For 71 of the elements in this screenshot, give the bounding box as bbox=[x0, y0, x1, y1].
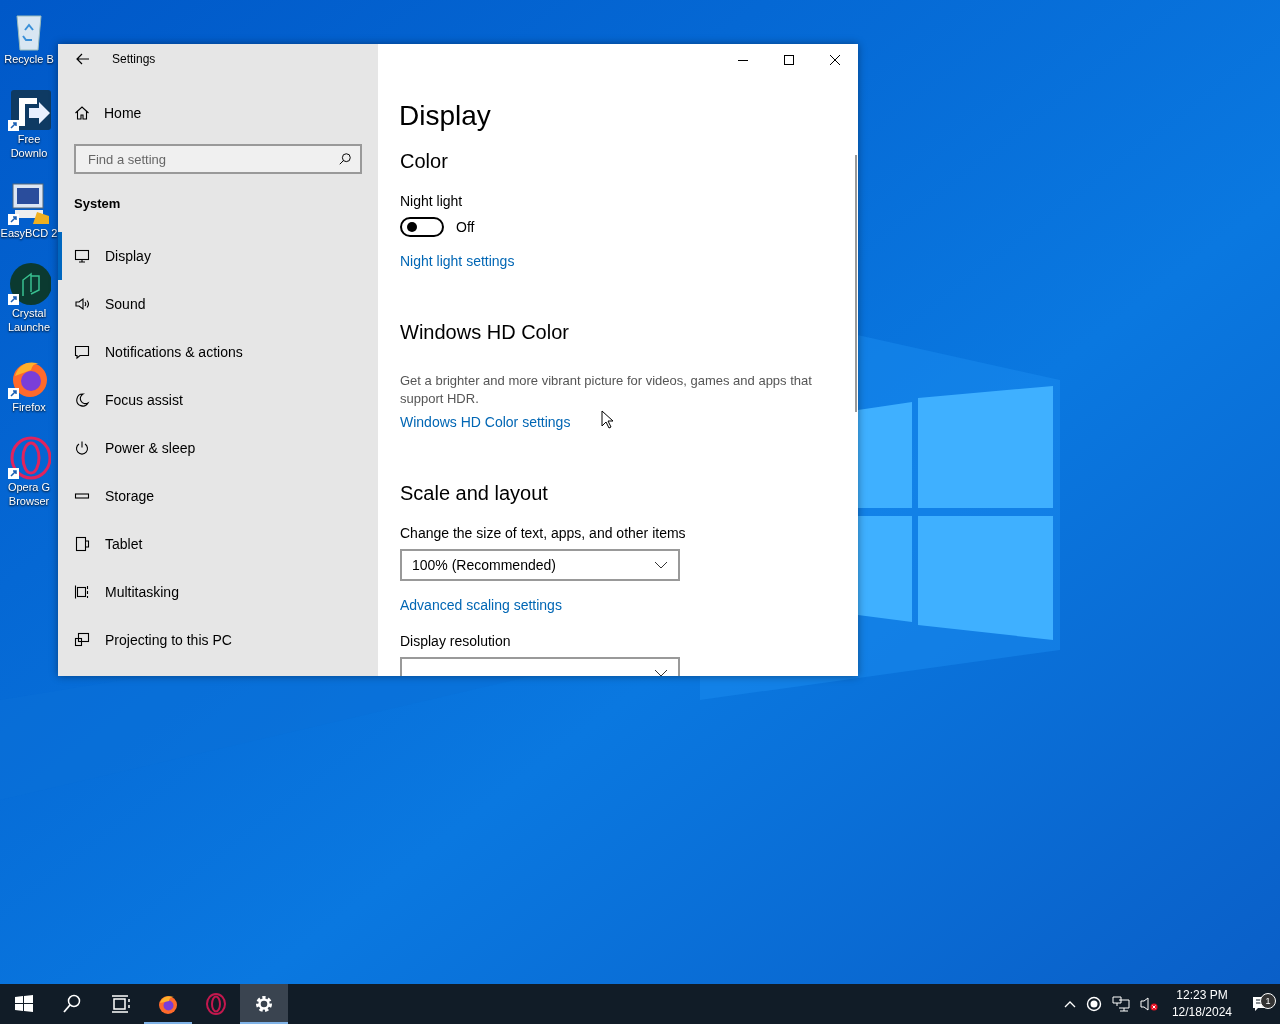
multitasking-icon bbox=[74, 584, 90, 600]
toggle-state: Off bbox=[456, 219, 475, 235]
download-app-icon bbox=[7, 88, 51, 132]
network-button[interactable] bbox=[1109, 996, 1132, 1012]
close-icon bbox=[830, 55, 840, 65]
nav-item[interactable]: Tablet bbox=[58, 520, 378, 568]
nav-item[interactable]: Focus assist bbox=[58, 376, 378, 424]
nav-item[interactable]: Notifications & actions bbox=[58, 328, 378, 376]
cursor-icon bbox=[601, 410, 613, 429]
taskbar-button[interactable] bbox=[240, 984, 288, 1024]
projector-icon bbox=[74, 632, 90, 648]
toggle-switch[interactable] bbox=[400, 217, 444, 237]
home-icon bbox=[74, 105, 90, 122]
settings-link[interactable]: Night light settings bbox=[400, 253, 515, 269]
description-text: Get a brighter and more vibrant picture for videos, games and apps that support HDR. bbox=[400, 372, 813, 408]
page-title: Display bbox=[399, 100, 492, 132]
chevron-up-icon bbox=[1063, 1000, 1076, 1008]
setting-label: Night light bbox=[400, 193, 464, 209]
back-arrow-icon bbox=[76, 52, 90, 65]
chevron-icon bbox=[654, 669, 668, 676]
section-heading: Windows HD Color bbox=[400, 321, 570, 344]
action-center-button[interactable]: 1 bbox=[1250, 995, 1272, 1013]
window-title: Settings bbox=[112, 51, 156, 66]
gear-icon bbox=[253, 993, 275, 1015]
volume-button[interactable] bbox=[1137, 996, 1160, 1012]
monitor-icon bbox=[74, 248, 90, 264]
nav-item[interactable]: Projecting to this PC bbox=[58, 616, 378, 664]
search-box[interactable]: Find a setting bbox=[74, 144, 362, 174]
windows-icon bbox=[13, 993, 35, 1015]
settings-link[interactable]: Windows HD Color settings bbox=[400, 414, 571, 430]
nav-item[interactable]: Storage bbox=[58, 472, 378, 520]
computer-icon bbox=[7, 182, 51, 226]
search-icon bbox=[338, 152, 352, 167]
moon-icon bbox=[74, 392, 90, 408]
network-icon bbox=[1111, 996, 1130, 1012]
setting-label: Change the size of text, apps, and other items bbox=[400, 525, 687, 541]
home-link[interactable]: Home bbox=[104, 105, 142, 122]
dropdown[interactable]: 100% (Recommended) bbox=[400, 549, 680, 581]
speaker-icon bbox=[1139, 996, 1158, 1012]
maximize-icon bbox=[784, 55, 794, 65]
desktop-icon-label[interactable]: Firefox bbox=[0, 400, 58, 414]
nav-item[interactable]: Sound bbox=[58, 280, 378, 328]
clock[interactable]: 12:23 PM 12/18/2024 bbox=[1165, 987, 1238, 1021]
chevron-icon bbox=[654, 561, 668, 569]
desktop-icon-label[interactable]: Crystal Launche bbox=[0, 306, 58, 334]
opera-icon bbox=[7, 436, 51, 480]
desktop-icon-label[interactable]: Opera G Browser bbox=[0, 480, 58, 508]
section-title: System bbox=[73, 195, 122, 211]
setting-label: Display resolution bbox=[400, 633, 512, 649]
settings-link[interactable]: Advanced scaling settings bbox=[400, 597, 562, 613]
record-icon bbox=[1085, 996, 1102, 1012]
crystal-app-icon bbox=[7, 262, 51, 306]
opera-icon bbox=[205, 993, 227, 1015]
desktop-icon-label[interactable]: Recycle B bbox=[0, 52, 58, 66]
message-icon bbox=[74, 344, 90, 360]
section-heading: Scale and layout bbox=[400, 482, 549, 505]
search-icon bbox=[61, 993, 83, 1015]
desktop-icon-label[interactable]: Free Downlo bbox=[0, 132, 58, 160]
tablet-icon bbox=[74, 536, 90, 552]
firefox-icon bbox=[157, 993, 179, 1015]
minimize-icon bbox=[738, 59, 748, 61]
search-field[interactable]: Find a setting bbox=[86, 145, 338, 173]
task-view-icon bbox=[109, 993, 131, 1015]
nav-item[interactable]: Power & sleep bbox=[58, 424, 378, 472]
scrollbar[interactable] bbox=[855, 155, 857, 412]
notification-count: 1 bbox=[1260, 993, 1276, 1009]
nav-item[interactable]: Multitasking bbox=[58, 568, 378, 616]
section-heading: Color bbox=[400, 150, 449, 173]
power-icon bbox=[74, 440, 90, 456]
desktop-icon-label[interactable]: EasyBCD 2 bbox=[0, 226, 58, 240]
speaker-icon bbox=[74, 296, 90, 312]
